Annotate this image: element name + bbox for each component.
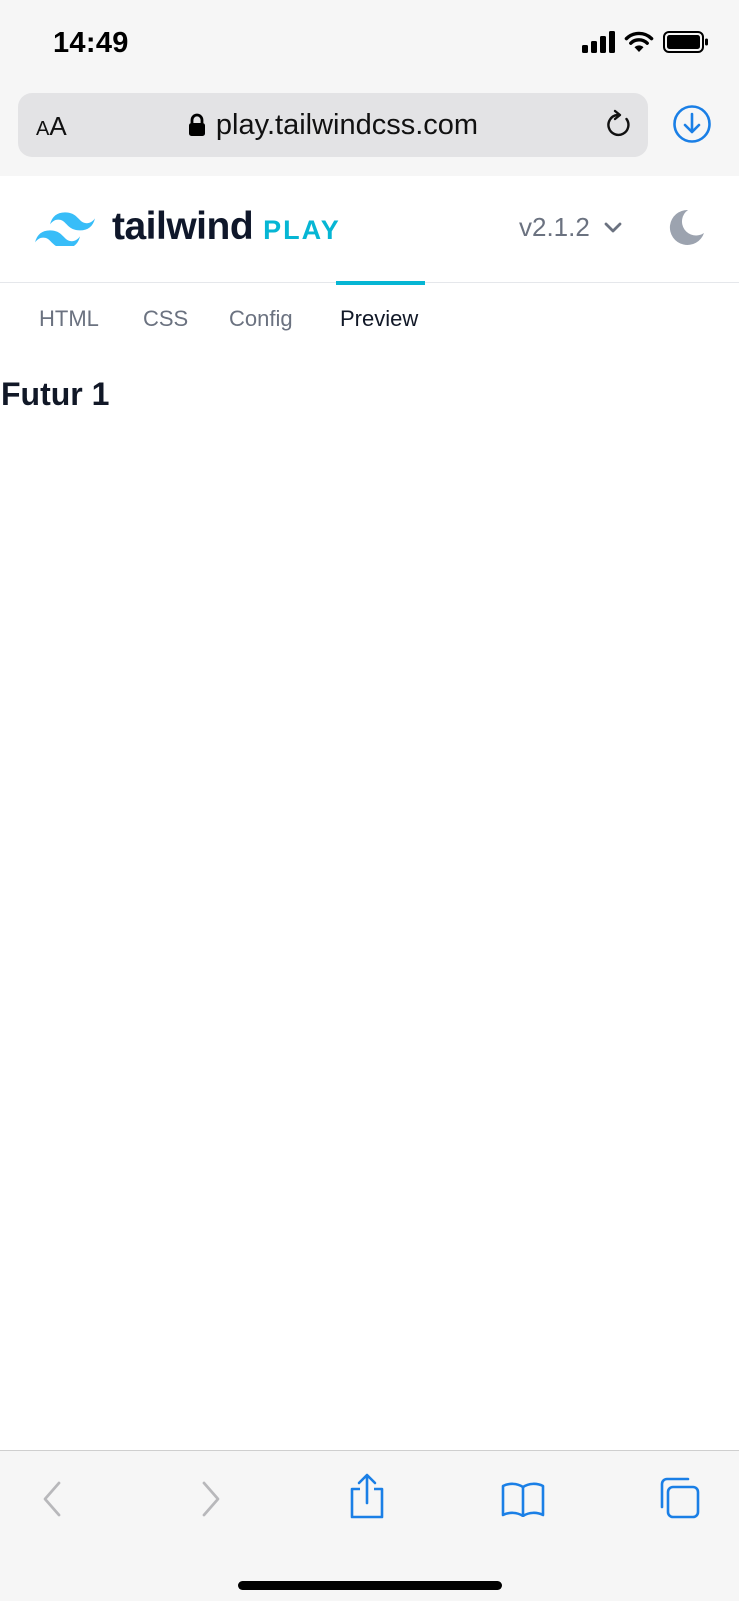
back-icon[interactable]	[40, 1479, 64, 1519]
active-tab-indicator	[336, 281, 425, 285]
reload-icon[interactable]	[604, 109, 634, 141]
status-bar: 14:49	[0, 0, 739, 88]
preview-heading: Futur 1	[1, 376, 110, 412]
version-selector[interactable]: v2.1.2	[519, 212, 622, 243]
forward-icon[interactable]	[199, 1479, 223, 1519]
tab-config[interactable]: Config	[229, 283, 293, 354]
battery-icon	[663, 31, 708, 53]
url-display[interactable]: play.tailwindcss.com	[18, 93, 648, 157]
status-time: 14:49	[53, 27, 129, 59]
brand-suffix: PLAY	[263, 215, 341, 245]
home-indicator	[238, 1581, 502, 1590]
tailwind-logo-icon[interactable]	[35, 210, 95, 246]
url-text: play.tailwindcss.com	[215, 108, 479, 141]
tab-css[interactable]: CSS	[143, 283, 188, 354]
browser-toolbar: AA play.tailwindcss.com	[0, 88, 739, 177]
browser-bottom-toolbar	[0, 1450, 739, 1601]
moon-icon[interactable]	[667, 209, 705, 247]
brand-name: tailwind	[112, 205, 254, 248]
chevron-down-icon	[604, 222, 622, 232]
status-icons	[582, 31, 709, 53]
wifi-icon	[624, 31, 654, 52]
version-text: v2.1.2	[519, 212, 590, 242]
share-icon[interactable]	[348, 1473, 386, 1519]
tab-preview[interactable]: Preview	[340, 283, 418, 354]
cellular-signal-icon	[582, 31, 615, 53]
bookmarks-icon[interactable]	[500, 1481, 546, 1517]
tab-html[interactable]: HTML	[39, 283, 99, 354]
tabs-icon[interactable]	[658, 1477, 700, 1519]
address-bar[interactable]: AA play.tailwindcss.com	[18, 93, 648, 157]
download-icon[interactable]	[672, 104, 712, 144]
preview-pane: Futur 1	[0, 354, 739, 1450]
editor-tabs: HTML CSS Config Preview	[0, 281, 739, 355]
app-header: tailwind PLAY v2.1.2	[0, 176, 739, 283]
brand-wordmark[interactable]: tailwind PLAY	[112, 205, 341, 249]
lock-icon	[188, 113, 205, 136]
